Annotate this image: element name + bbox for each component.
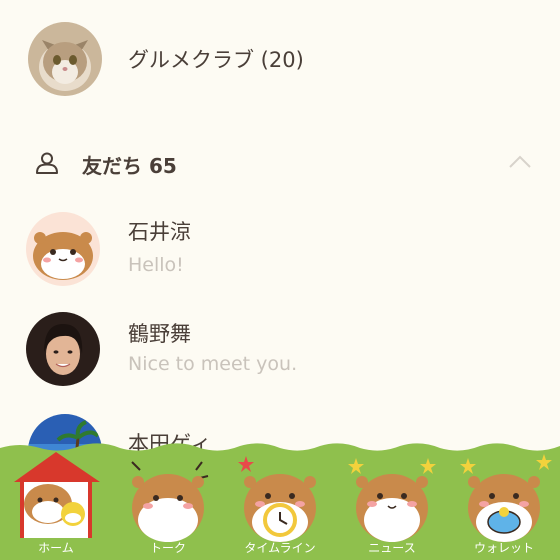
tab-label: ホーム [38,541,74,555]
friends-section-label: 友だち 65 [82,154,177,178]
tab-label: ウォレット [473,541,534,555]
person-icon [36,152,58,174]
tab-timeline[interactable]: タイムライン [224,440,336,560]
tab-label: タイムライン [244,541,316,555]
friend-status: Nice to meet you. [128,353,298,375]
tab-news[interactable]: ニュース [336,440,448,560]
tab-label: トーク [149,541,186,555]
woman-photo-icon [26,312,100,386]
bottom-tab-bar: ホーム トーク タイムライン ニュース ウォレット [0,440,560,560]
tab-talk[interactable]: トーク [112,440,224,560]
friend-avatar [26,312,100,386]
group-avatar [28,22,102,96]
friend-name: 鶴野舞 [128,322,191,346]
chevron-up-icon[interactable] [508,154,532,170]
group-name: グルメクラブ (20) [128,48,304,72]
tab-wallet[interactable]: ウォレット [448,440,560,560]
friends-section-header[interactable]: 友だち 65 [0,140,560,186]
tab-home[interactable]: ホーム [0,440,112,560]
friend-name: 石井涼 [128,220,191,244]
cat-photo-icon [28,22,102,96]
tab-label: ニュース [368,541,416,555]
hamster-avatar-icon [26,212,100,286]
friend-avatar [26,212,100,286]
friend-status: Hello! [128,254,184,276]
